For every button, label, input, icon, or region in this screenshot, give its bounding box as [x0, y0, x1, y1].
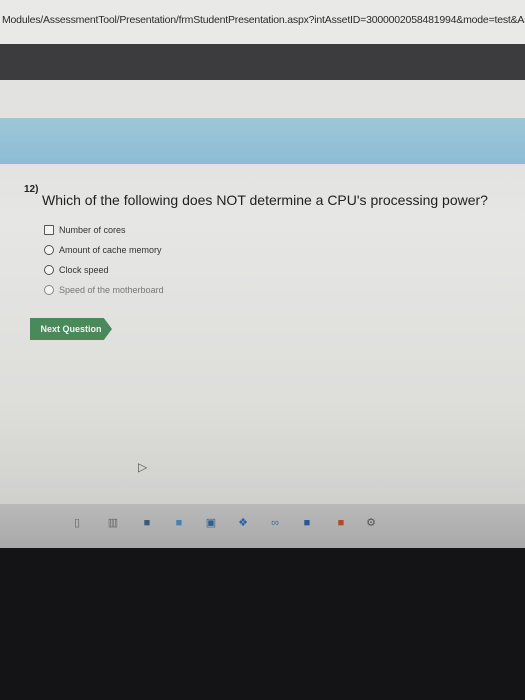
shopping-bag-icon[interactable]: ▣: [204, 516, 218, 530]
option-clock-speed[interactable]: Clock speed: [44, 260, 164, 280]
settings-icon[interactable]: ⚙: [364, 516, 378, 530]
option-label: Amount of cache memory: [59, 245, 162, 255]
question-panel: 12) Which of the following does NOT dete…: [0, 164, 525, 504]
next-question-button[interactable]: Next Question: [30, 318, 112, 340]
taskbar: ▯ ▥ ■ ■ ▣ ❖ ∞ ■ ■ ⚙: [0, 504, 525, 548]
question-text: Which of the following does NOT determin…: [42, 192, 488, 208]
answer-options: Number of cores Amount of cache memory C…: [44, 220, 164, 300]
subheader-bar: [0, 80, 525, 118]
option-label: Clock speed: [59, 265, 109, 275]
browser-window: Modules/AssessmentTool/Presentation/frmS…: [0, 0, 525, 548]
store-icon[interactable]: ■: [172, 516, 186, 530]
url-text[interactable]: Modules/AssessmentTool/Presentation/frmS…: [2, 14, 525, 26]
task-view-icon[interactable]: ▥: [106, 516, 120, 530]
monitor-bezel: [0, 548, 525, 700]
address-bar[interactable]: Modules/AssessmentTool/Presentation/frmS…: [0, 0, 525, 45]
question-number: 12): [24, 184, 39, 195]
question-banner: [0, 118, 525, 164]
option-cache-memory[interactable]: Amount of cache memory: [44, 240, 164, 260]
option-label: Speed of the motherboard: [59, 285, 164, 295]
radio-button[interactable]: [44, 245, 54, 255]
word-icon[interactable]: ■: [300, 516, 314, 530]
radio-button[interactable]: [44, 265, 54, 275]
mouse-pointer-icon: ▷: [138, 460, 148, 474]
option-label: Number of cores: [59, 225, 126, 235]
file-explorer-icon[interactable]: ■: [140, 516, 154, 530]
powerpoint-icon[interactable]: ■: [334, 516, 348, 530]
dropbox-icon[interactable]: ❖: [236, 516, 250, 530]
checkbox[interactable]: [44, 225, 54, 235]
people-icon[interactable]: ∞: [268, 516, 282, 530]
search-icon[interactable]: ▯: [70, 516, 84, 530]
header-bar: [0, 44, 525, 80]
option-number-of-cores[interactable]: Number of cores: [44, 220, 164, 240]
option-motherboard-speed[interactable]: Speed of the motherboard: [44, 280, 164, 300]
radio-button[interactable]: [44, 285, 54, 295]
